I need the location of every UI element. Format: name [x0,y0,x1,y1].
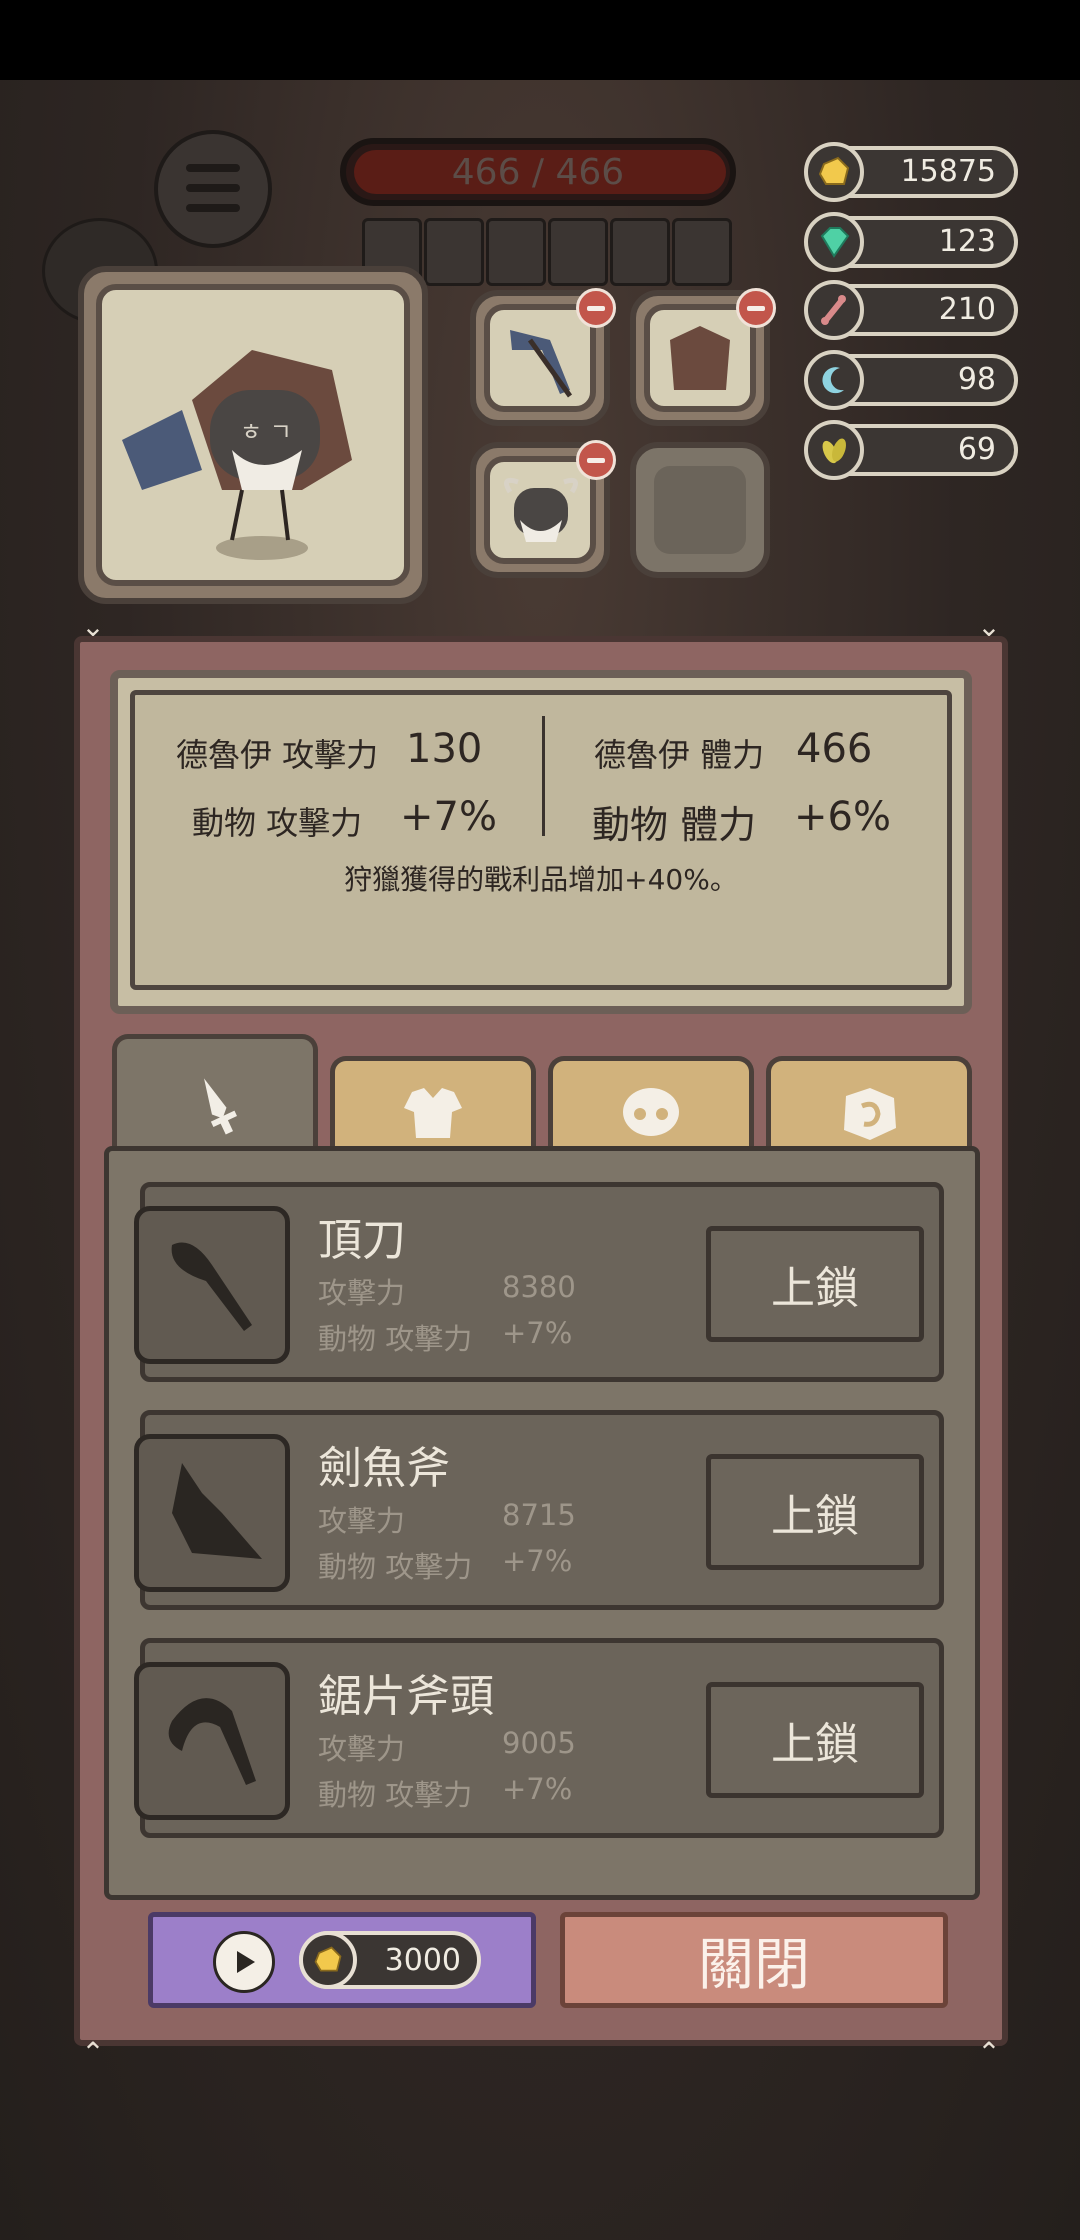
animal-hp-value: +6% [794,794,891,840]
druid-hp-label: 德魯伊 體力 [594,736,765,774]
equip-slot-mask[interactable] [470,440,616,578]
animal-portrait[interactable] [672,218,732,286]
loot-bonus-note: 狩獵獲得的戰利品增加+40%。 [344,863,738,896]
menu-button[interactable] [154,130,272,248]
equip-slot-weapon[interactable] [470,288,616,426]
armor-icon [404,1087,462,1138]
item-name: 鋸片斧頭 [318,1671,494,1722]
swordfish-axe-silhouette-icon [172,1463,262,1559]
resource-value: 15875 [900,154,996,189]
unequip-button[interactable] [576,440,616,480]
animal-portrait[interactable] [486,218,546,286]
item-icon [134,1662,290,1820]
animal-hp-label: 動物 體力 [592,803,757,847]
animal-attack-label: 動物 攻擊力 [192,804,363,842]
slot-inner [654,466,746,554]
item-animal-label: 動物 攻擊力 [318,1550,473,1584]
stats-divider [542,716,545,836]
corner-chevron-icon: ⌃ [81,2036,105,2069]
druid-hp-value: 466 [796,726,873,772]
druid-attack-label: 德魯伊 攻擊力 [176,736,379,774]
druid-character-icon: ㅎ ㄱ [122,350,352,560]
resource-bone: 210 [804,280,1018,340]
resource-leaf: 69 [804,420,1018,480]
item-animal-value: +7% [502,1544,573,1578]
item-attack-label: 攻擊力 [318,1504,406,1538]
character-card[interactable]: ㅎ ㄱ [78,266,428,604]
item-animal-value: +7% [502,1316,573,1350]
bone-icon [804,280,864,340]
gold-nugget-icon [299,1931,357,1989]
club-silhouette-icon [171,1242,252,1331]
lock-button[interactable]: 上鎖 [706,1454,924,1570]
resource-value: 210 [938,292,996,327]
item-attack-value: 8715 [502,1498,576,1532]
resource-moon: 98 [804,350,1018,410]
sword-icon [204,1077,237,1135]
item-animal-value: +7% [502,1772,573,1806]
gem-icon [804,212,864,272]
item-name: 頂刀 [318,1215,406,1266]
leaf-icon [804,420,864,480]
resource-value: 69 [957,432,996,467]
hp-bar: 466 / 466 [340,138,736,206]
status-bar [0,0,1080,80]
axe-icon [510,330,573,398]
druid-attack-value: 130 [406,726,483,772]
horned-mask-icon [503,477,579,542]
animal-attack-value: +7% [400,794,497,840]
item-attack-value: 9005 [502,1726,576,1760]
item-icon [134,1206,290,1364]
item-animal-label: 動物 攻擊力 [318,1778,473,1812]
item-attack-label: 攻擊力 [318,1276,406,1310]
skull-mask-icon [623,1087,679,1136]
item-animal-label: 動物 攻擊力 [318,1322,473,1356]
item-name: 劍魚斧 [318,1443,450,1494]
corner-chevron-icon: ⌄ [81,610,105,643]
item-attack-value: 8380 [502,1270,576,1304]
gold-nugget-icon [804,142,864,202]
ad-cost-value: 3000 [384,1943,461,1978]
saw-axe-silhouette-icon [168,1698,256,1785]
resource-gem: 123 [804,212,1018,272]
fur-armor-icon [670,326,730,390]
stone-rune-icon [844,1087,896,1140]
unequip-button[interactable] [736,288,776,328]
unequip-button[interactable] [576,288,616,328]
character-portrait: ㅎ ㄱ [96,284,410,586]
cost-pill: 3000 [299,1931,481,1989]
lock-button[interactable]: 上鎖 [706,1682,924,1798]
lock-button[interactable]: 上鎖 [706,1226,924,1342]
resource-gold: 15875 [804,142,1018,202]
animal-portrait[interactable] [548,218,608,286]
svg-text:ㅎ ㄱ: ㅎ ㄱ [240,418,292,446]
equip-slot-armor[interactable] [630,288,776,426]
video-play-icon [213,1931,275,1993]
close-button[interactable]: 關閉 [560,1912,948,2008]
equip-slot-empty[interactable] [630,442,770,578]
animal-portrait[interactable] [424,218,484,286]
item-icon [134,1434,290,1592]
hp-text: 466 / 466 [451,151,625,193]
watch-ad-button[interactable]: 3000 [148,1912,536,2008]
animal-portrait[interactable] [610,218,670,286]
resource-value: 123 [938,224,996,259]
corner-chevron-icon: ⌃ [977,2036,1001,2069]
resource-value: 98 [957,362,996,397]
corner-chevron-icon: ⌄ [977,610,1001,643]
moon-icon [804,350,864,410]
item-attack-label: 攻擊力 [318,1732,406,1766]
